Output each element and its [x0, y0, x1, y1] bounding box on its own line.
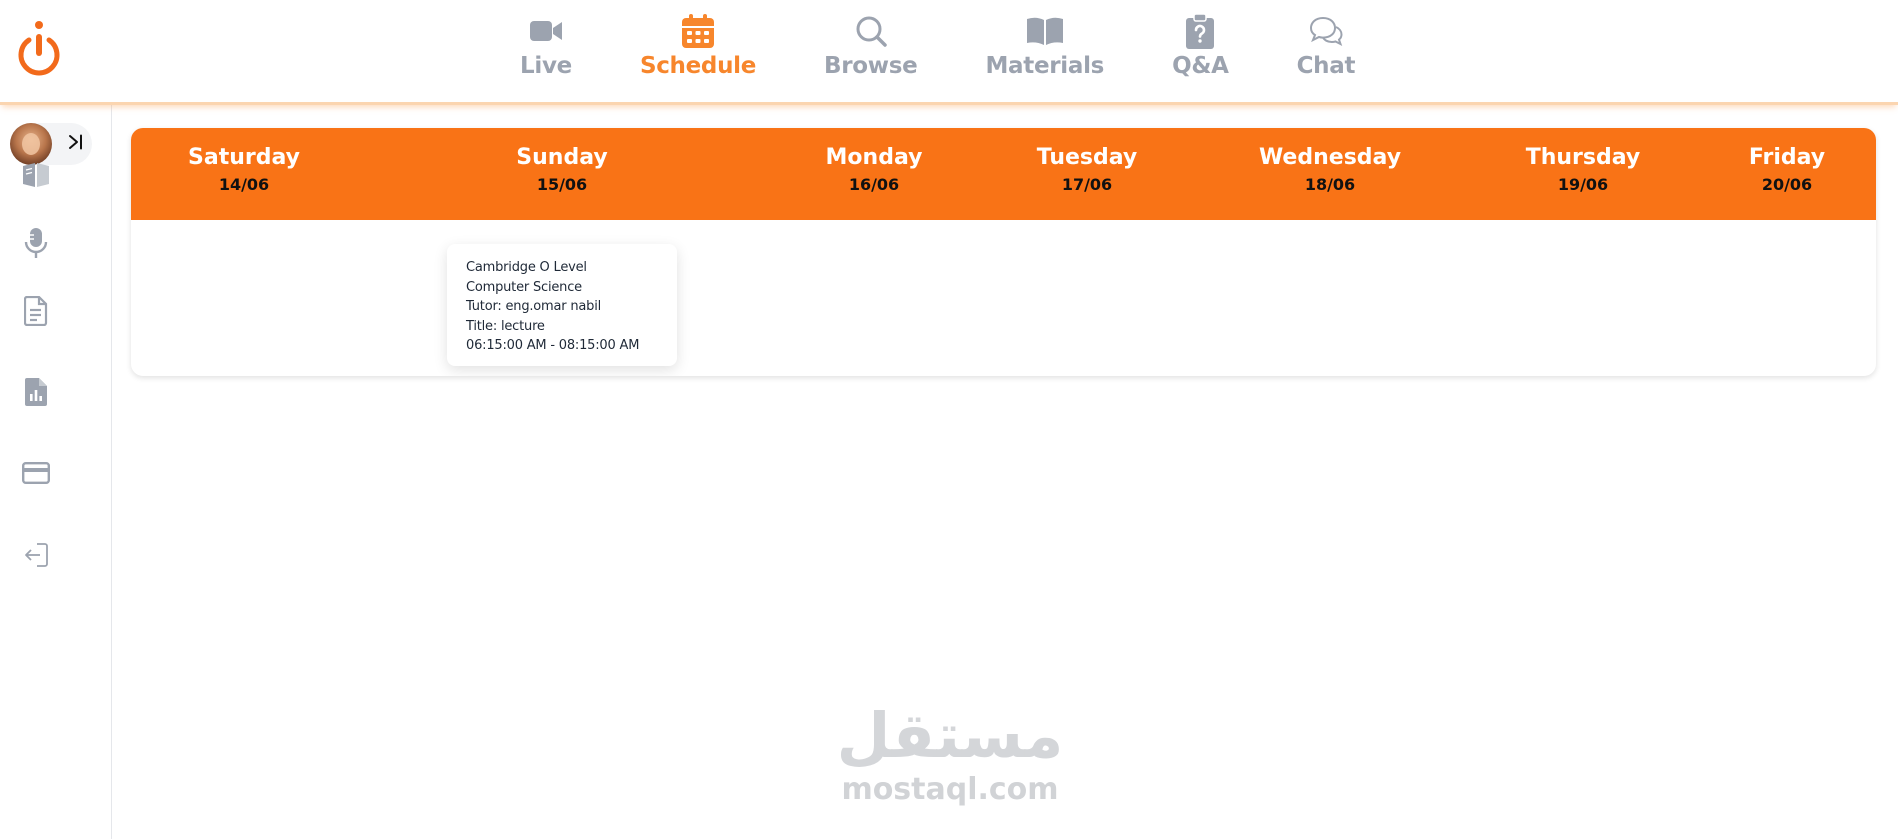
nav-schedule[interactable]: Schedule [640, 12, 756, 80]
schedule-header: Saturday 14/06 Sunday 15/06 Monday 16/06… [131, 128, 1876, 220]
watermark-latin: mostaql.com [841, 772, 1059, 807]
event-course-line2: Computer Science [466, 279, 582, 295]
nav-materials[interactable]: Materials [985, 12, 1104, 80]
nav-qa[interactable]: Q&A [1172, 12, 1229, 80]
sidebar [0, 105, 112, 839]
sidebar-item-payments[interactable] [20, 459, 52, 491]
day-column-monday: Monday 16/06 [774, 144, 974, 198]
day-name: Saturday [188, 145, 300, 170]
day-column-sunday: Sunday 15/06 [462, 144, 662, 198]
calendar-icon [679, 12, 717, 50]
collapse-arrow-icon [67, 133, 85, 155]
event-time: 06:15:00 AM - 08:15:00 AM [466, 338, 640, 353]
day-date: 14/06 [218, 175, 270, 194]
nav-schedule-label: Schedule [639, 53, 757, 79]
event-card[interactable]: Cambridge O Level Computer Science Tutor… [447, 244, 677, 366]
video-camera-icon [527, 12, 565, 50]
day-column-wednesday: Wednesday 18/06 [1230, 144, 1430, 198]
avatar[interactable] [10, 123, 52, 165]
nav-browse-label: Browse [824, 53, 918, 79]
day-date: 20/06 [1761, 175, 1813, 194]
power-logo-icon[interactable] [14, 20, 64, 78]
schedule-page: Live Schedule Browse Materials Q&A Chat … [0, 0, 1898, 839]
watermark-arabic: مستقل [836, 699, 1064, 772]
day-name: Wednesday [1258, 145, 1402, 170]
nav-qa-label: Q&A [1172, 53, 1229, 79]
nav-browse[interactable]: Browse [824, 12, 918, 80]
microphone-icon [24, 227, 48, 263]
sidebar-expand-button[interactable] [64, 132, 88, 156]
nav-live-label: Live [520, 53, 572, 79]
day-name: Sunday [516, 145, 608, 170]
book-icon [1026, 12, 1064, 50]
logout-icon [23, 542, 49, 572]
nav-chat[interactable]: Chat [1296, 12, 1356, 80]
report-chart-icon [25, 378, 47, 410]
day-column-thursday: Thursday 19/06 [1483, 144, 1683, 198]
profile-pill [10, 123, 92, 165]
day-date: 19/06 [1557, 175, 1609, 194]
search-icon [852, 12, 890, 50]
nav-chat-label: Chat [1296, 53, 1356, 79]
nav-live[interactable]: Live [520, 12, 572, 80]
credit-card-icon [22, 462, 51, 488]
day-column-tuesday: Tuesday 17/06 [987, 144, 1187, 198]
sidebar-item-reports[interactable] [20, 378, 52, 410]
day-column-saturday: Saturday 14/06 [144, 144, 344, 198]
sidebar-item-audio[interactable] [20, 227, 52, 263]
document-icon [23, 295, 48, 330]
sidebar-item-logout[interactable] [20, 541, 52, 573]
chat-bubbles-icon [1307, 12, 1345, 50]
day-date: 15/06 [536, 175, 588, 194]
day-date: 17/06 [1061, 175, 1113, 194]
main-nav: Live Schedule Browse Materials Q&A Chat [520, 12, 1355, 92]
sidebar-item-courses[interactable] [20, 161, 52, 193]
day-name: Thursday [1525, 145, 1641, 170]
open-book-icon [21, 162, 51, 192]
event-tutor: Tutor: eng.omar nabil [466, 299, 602, 314]
top-header: Live Schedule Browse Materials Q&A Chat [0, 0, 1898, 105]
day-name: Monday [825, 145, 923, 170]
nav-materials-label: Materials [985, 53, 1105, 79]
watermark: مستقل mostaql.com [830, 700, 1070, 825]
event-course-line1: Cambridge O Level [466, 260, 587, 275]
day-date: 18/06 [1304, 175, 1356, 194]
day-date: 16/06 [848, 175, 900, 194]
clipboard-question-icon [1181, 12, 1219, 50]
sidebar-item-documents[interactable] [20, 295, 52, 330]
day-column-friday: Friday 20/06 [1687, 144, 1876, 198]
weekly-schedule: Saturday 14/06 Sunday 15/06 Monday 16/06… [131, 128, 1876, 376]
day-name: Friday [1748, 145, 1826, 170]
day-name: Tuesday [1036, 145, 1138, 170]
event-title: Title: lecture [466, 318, 545, 334]
